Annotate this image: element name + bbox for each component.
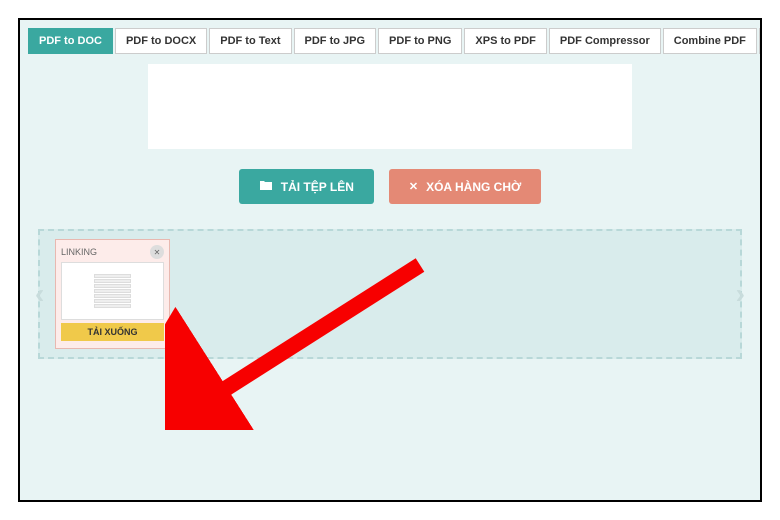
file-queue: ‹ › LINKING ✕ TẢI XUỐNG <box>38 229 742 359</box>
preview-line <box>94 274 131 278</box>
chevron-right-icon[interactable]: › <box>736 278 745 310</box>
tab-pdf-compressor[interactable]: PDF Compressor <box>549 28 661 54</box>
clear-label: XÓA HÀNG CHỜ <box>426 180 521 194</box>
preview-line <box>94 299 131 303</box>
tab-jpg-to-pdf[interactable]: JPG to PDF <box>759 28 762 54</box>
upload-button[interactable]: TẢI TỆP LÊN <box>239 169 374 204</box>
clear-queue-button[interactable]: ✕ XÓA HÀNG CHỜ <box>389 169 541 204</box>
file-card: LINKING ✕ TẢI XUỐNG <box>55 239 170 349</box>
ad-placeholder <box>148 64 632 149</box>
file-name-label: LINKING <box>61 247 97 257</box>
preview-line <box>94 279 131 283</box>
folder-icon <box>259 179 273 194</box>
tab-pdf-to-jpg[interactable]: PDF to JPG <box>294 28 377 54</box>
action-buttons: TẢI TỆP LÊN ✕ XÓA HÀNG CHỜ <box>28 169 752 204</box>
close-icon: ✕ <box>409 180 418 193</box>
download-label: TẢI XUỐNG <box>87 327 137 337</box>
preview-line <box>94 294 131 298</box>
upload-label: TẢI TỆP LÊN <box>281 180 354 194</box>
download-button[interactable]: TẢI XUỐNG <box>61 323 164 341</box>
tab-pdf-to-doc[interactable]: PDF to DOC <box>28 28 113 54</box>
tab-pdf-to-text[interactable]: PDF to Text <box>209 28 291 54</box>
preview-line <box>94 304 131 308</box>
content-area: PDF to DOC PDF to DOCX PDF to Text PDF t… <box>20 20 760 500</box>
tabs-bar: PDF to DOC PDF to DOCX PDF to Text PDF t… <box>28 28 752 54</box>
preview-line <box>94 284 131 288</box>
app-frame: PDF to DOC PDF to DOCX PDF to Text PDF t… <box>18 18 762 502</box>
file-preview-thumbnail <box>61 262 164 320</box>
chevron-left-icon[interactable]: ‹ <box>35 278 44 310</box>
tab-combine-pdf[interactable]: Combine PDF <box>663 28 757 54</box>
file-card-header: LINKING ✕ <box>61 245 164 259</box>
remove-file-button[interactable]: ✕ <box>150 245 164 259</box>
tab-pdf-to-png[interactable]: PDF to PNG <box>378 28 462 54</box>
tab-xps-to-pdf[interactable]: XPS to PDF <box>464 28 547 54</box>
tab-pdf-to-docx[interactable]: PDF to DOCX <box>115 28 207 54</box>
preview-line <box>94 289 131 293</box>
